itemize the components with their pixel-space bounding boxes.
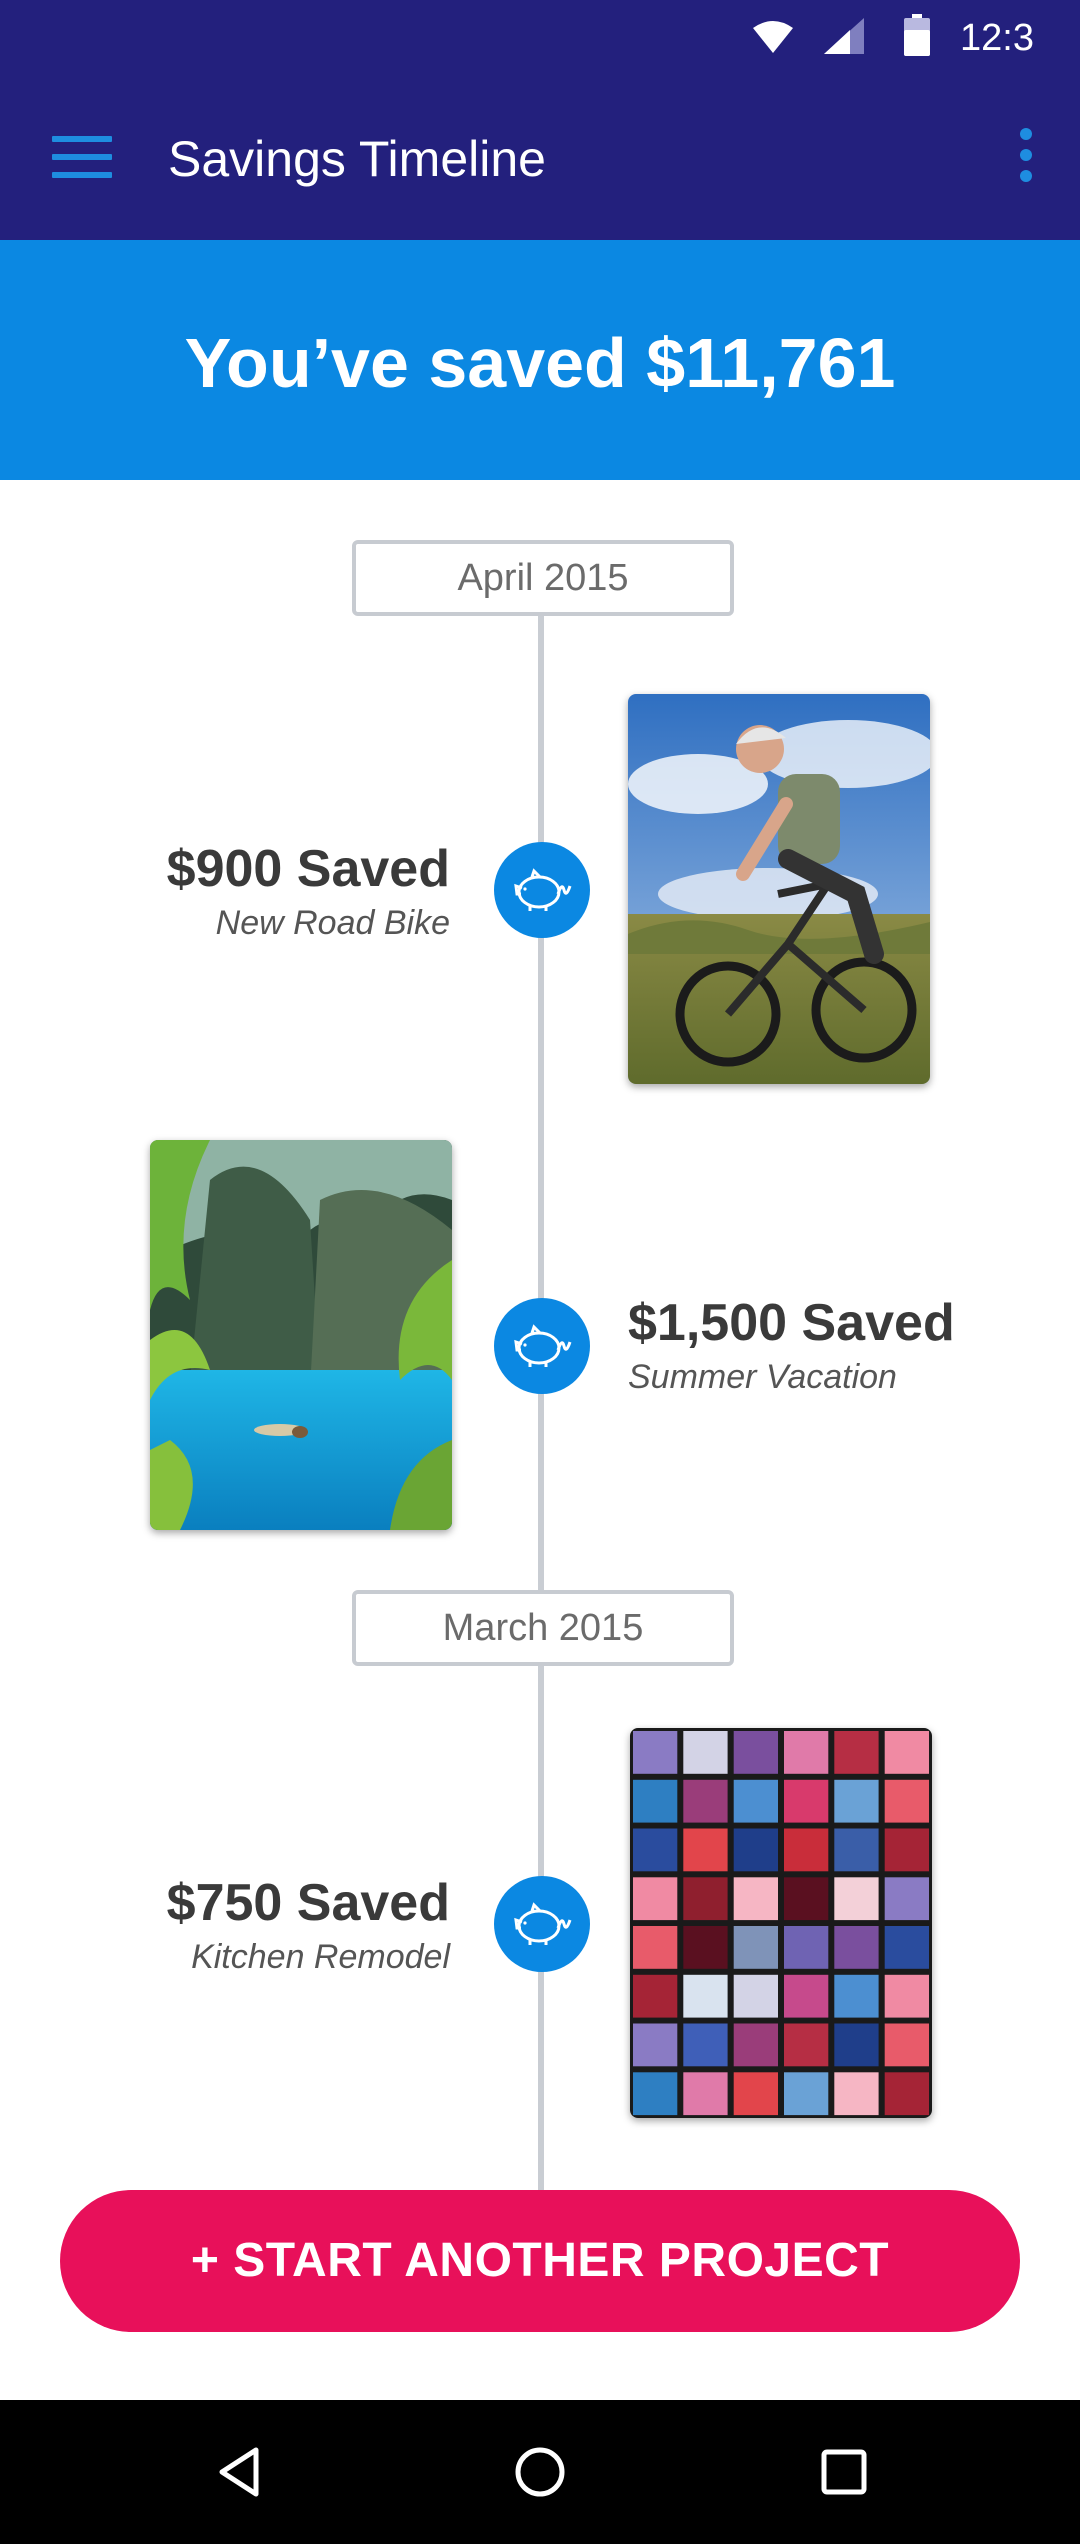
entry-project-name: Kitchen Remodel (191, 1938, 450, 1976)
piggy-bank-icon (494, 1298, 590, 1394)
color-swatches-photo[interactable] (630, 1728, 932, 2118)
piggy-bank-icon (494, 1876, 590, 1972)
status-bar: 12:3 (0, 0, 1080, 80)
recents-icon[interactable] (812, 2440, 876, 2504)
status-time: 12:3 (960, 17, 1034, 59)
home-icon[interactable] (508, 2440, 572, 2504)
piggy-bank-icon (494, 842, 590, 938)
signal-icon (824, 18, 864, 54)
mountain-biker-photo[interactable] (628, 694, 930, 1084)
wifi-icon (753, 21, 793, 53)
entry-amount: $750 Saved (166, 1874, 450, 1932)
month-label-march: March 2015 (352, 1590, 734, 1666)
app-title: Savings Timeline (168, 131, 546, 187)
hamburger-menu-icon[interactable] (52, 136, 112, 186)
savings-banner: You’ve saved $11,761 (0, 240, 1080, 480)
app-bar: Savings Timeline (0, 80, 1080, 240)
entry-project-name: Summer Vacation (628, 1358, 897, 1396)
start-another-project-button[interactable]: + START ANOTHER PROJECT (60, 2190, 1020, 2332)
total-saved-text: You’ve saved $11,761 (184, 324, 896, 402)
lagoon-photo[interactable] (150, 1140, 452, 1530)
month-label-april: April 2015 (352, 540, 734, 616)
entry-amount: $900 Saved (166, 840, 450, 898)
entry-project-name: New Road Bike (215, 904, 450, 942)
battery-icon (904, 14, 930, 56)
back-icon[interactable] (208, 2440, 272, 2504)
more-vert-icon[interactable] (1012, 128, 1040, 194)
system-nav-bar (0, 2400, 1080, 2544)
entry-amount: $1,500 Saved (628, 1294, 955, 1352)
